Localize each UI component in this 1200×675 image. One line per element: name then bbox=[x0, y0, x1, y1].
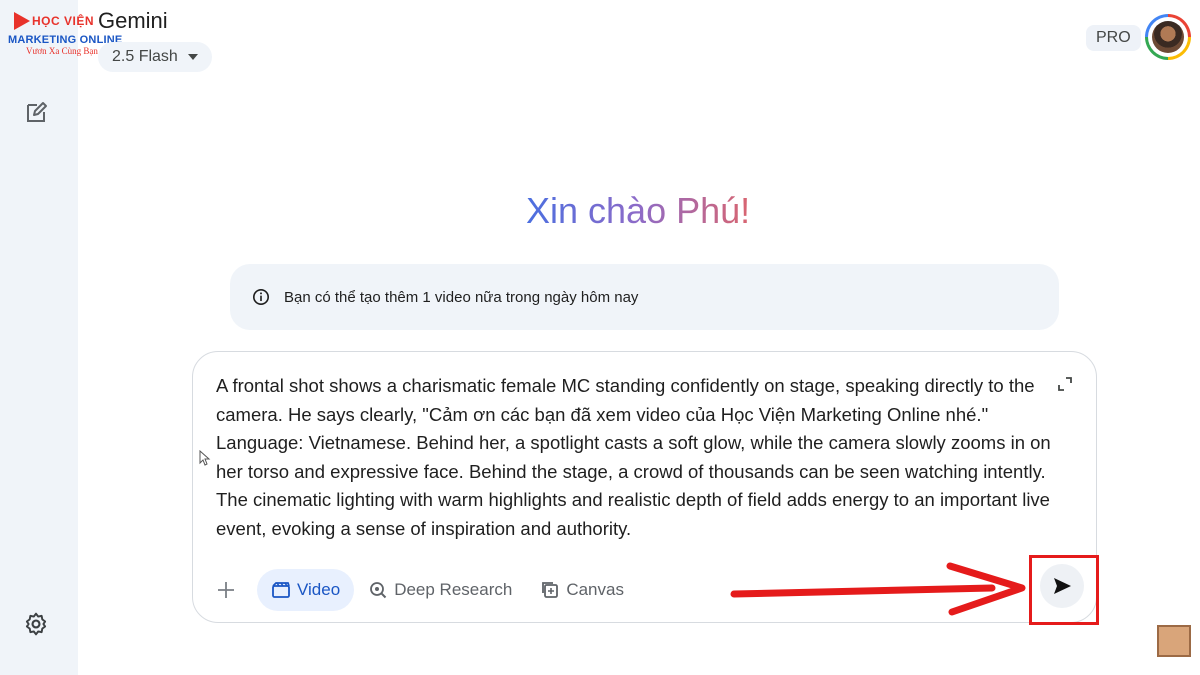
clapperboard-icon bbox=[272, 582, 290, 598]
deep-research-icon bbox=[370, 582, 387, 599]
video-tool-button[interactable]: Video bbox=[257, 569, 355, 611]
settings-icon[interactable] bbox=[23, 611, 49, 637]
quota-notice: Bạn có thể tạo thêm 1 video nữa trong ng… bbox=[230, 264, 1059, 330]
add-attachment-button[interactable] bbox=[211, 575, 241, 605]
canvas-button[interactable]: Canvas bbox=[526, 569, 638, 611]
plan-badge[interactable]: PRO bbox=[1086, 25, 1141, 51]
canvas-label: Canvas bbox=[566, 580, 624, 599]
deep-research-label: Deep Research bbox=[394, 580, 513, 599]
expand-icon[interactable] bbox=[1057, 376, 1073, 392]
avatar-face bbox=[1152, 21, 1184, 53]
avatar-image bbox=[1148, 17, 1188, 57]
prompt-input[interactable]: A frontal shot shows a charismatic femal… bbox=[216, 372, 1066, 544]
greeting-text: Xin chào Phú! bbox=[526, 190, 751, 231]
model-selector[interactable]: 2.5 Flash bbox=[98, 42, 212, 72]
deep-research-button[interactable]: Deep Research bbox=[354, 569, 526, 611]
annotation-highlight-box bbox=[1029, 555, 1099, 625]
logo-line1: HỌC VIỆN bbox=[32, 14, 95, 28]
mouse-cursor-icon bbox=[199, 450, 211, 466]
logo-tagline: Vươn Xa Cùng Bạn bbox=[26, 46, 98, 56]
play-logo-icon bbox=[14, 12, 30, 30]
film-strip-icon bbox=[1157, 625, 1191, 657]
chevron-down-icon bbox=[187, 54, 198, 60]
canvas-icon bbox=[542, 582, 559, 598]
notice-text: Bạn có thể tạo thêm 1 video nữa trong ng… bbox=[284, 288, 639, 306]
greeting: Xin chào Phú! bbox=[526, 190, 750, 232]
composer-toolbar: Video Deep Research Canvas bbox=[211, 568, 638, 612]
new-chat-icon[interactable] bbox=[24, 101, 48, 125]
model-label: 2.5 Flash bbox=[112, 48, 178, 65]
avatar[interactable] bbox=[1145, 14, 1191, 60]
app-title: Gemini bbox=[98, 8, 168, 33]
annotation-arrow bbox=[730, 562, 1026, 616]
sidebar bbox=[0, 0, 78, 675]
video-tool-label: Video bbox=[297, 580, 341, 599]
info-icon bbox=[252, 288, 270, 306]
plus-icon bbox=[218, 582, 234, 598]
